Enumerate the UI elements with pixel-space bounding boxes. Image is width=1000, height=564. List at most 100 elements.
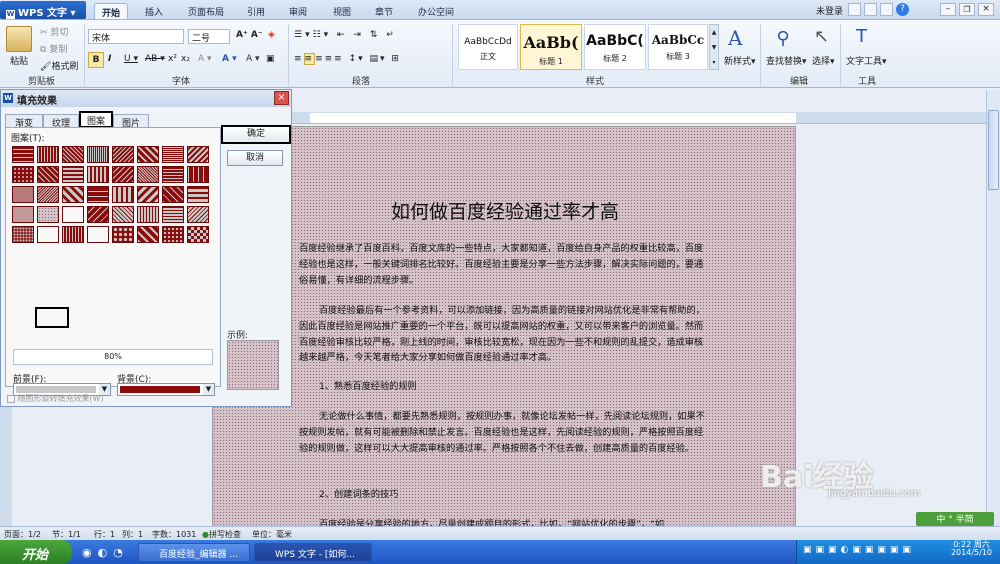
tab-insert[interactable]: 插入 (138, 3, 170, 19)
tab-gradient[interactable]: 渐变 (5, 114, 43, 129)
rotate-with-shape-checkbox[interactable]: 随图形旋转填充效果(W) (7, 393, 104, 404)
align-buttons[interactable]: ≡≡≡≡≡ ↕▾ ▤▾ ⊞ (294, 53, 401, 65)
tab-page-layout[interactable]: 页面布局 (182, 3, 230, 19)
pattern-swatch[interactable] (187, 206, 209, 223)
login-status[interactable]: 未登录 (816, 4, 843, 17)
clear-format-icon[interactable]: ◈ (268, 30, 275, 40)
style-normal[interactable]: AaBbCcDd 正文 (458, 24, 518, 70)
tab-picture[interactable]: 图片 (113, 114, 149, 129)
pattern-swatch-selected[interactable] (37, 206, 59, 223)
background-color-select[interactable]: ▼ (117, 383, 215, 396)
quick-launch-icons[interactable]: ◉◐◔ (82, 546, 129, 559)
font-color-button[interactable]: A ▾ (222, 54, 237, 64)
pattern-swatch[interactable] (187, 186, 209, 203)
skin-icon[interactable] (864, 3, 877, 16)
paste-button[interactable]: 粘贴 (10, 54, 28, 67)
restore-icon[interactable]: ❐ (959, 3, 975, 16)
tab-texture[interactable]: 纹理 (43, 114, 79, 129)
styles-scroll[interactable]: ▲ ▼ ▾ (709, 24, 719, 70)
spell-check[interactable]: ●拼写检查 (202, 529, 241, 540)
pattern-swatch[interactable] (112, 146, 134, 163)
text-tools-button[interactable]: 文字工具▾ (846, 54, 887, 67)
pattern-swatch[interactable] (37, 146, 59, 163)
status-words[interactable]: 字数：1031 (152, 529, 196, 540)
font-size-select[interactable]: 二号 (188, 29, 230, 44)
pattern-swatch[interactable] (87, 166, 109, 183)
pattern-swatch[interactable] (162, 146, 184, 163)
vertical-scrollbar[interactable] (986, 90, 1000, 526)
pattern-swatch[interactable] (162, 206, 184, 223)
superscript-button[interactable]: x² (168, 54, 177, 64)
pattern-swatch[interactable] (37, 166, 59, 183)
new-style-icon[interactable]: A (728, 26, 742, 50)
pattern-swatch[interactable] (187, 226, 209, 243)
strikethrough-button[interactable]: AB ▾ (145, 54, 165, 64)
pattern-swatch[interactable] (187, 146, 209, 163)
pattern-swatch[interactable] (112, 166, 134, 183)
ok-button[interactable]: 确定 (221, 125, 291, 144)
pattern-swatch[interactable] (12, 226, 34, 243)
select-button[interactable]: 选择▾ (812, 54, 835, 67)
style-heading-2[interactable]: AaBbC( 标题 2 (584, 24, 646, 70)
pattern-swatch[interactable] (162, 166, 184, 183)
new-style-button[interactable]: 新样式▾ (724, 54, 756, 67)
pattern-swatch[interactable] (37, 186, 59, 203)
status-unit[interactable]: 单位：毫米 (252, 529, 292, 540)
format-painter-button[interactable]: 🖌格式刷 (40, 59, 78, 72)
pattern-swatch[interactable] (12, 146, 34, 163)
tab-view[interactable]: 视图 (326, 3, 358, 19)
tab-home[interactable]: 开始 (94, 3, 128, 19)
bold-button[interactable]: B (88, 52, 104, 68)
binoculars-icon[interactable]: ⚲ (772, 28, 794, 49)
pattern-swatch[interactable] (62, 226, 84, 243)
pattern-swatch[interactable] (87, 226, 109, 243)
start-button[interactable]: 开始 (0, 540, 72, 564)
taskbar-item-browser[interactable]: 百度经验_编辑器 ... (138, 543, 250, 562)
copy-button[interactable]: ⧉ 复制 (40, 42, 67, 55)
subscript-button[interactable]: x₂ (181, 54, 190, 64)
pattern-swatch[interactable] (162, 226, 184, 243)
document-page[interactable]: 如何做百度经验通过率才高 百度经验继承了百度百科，百度文库的一些特点，大家都知道… (212, 126, 796, 528)
pattern-swatch[interactable] (112, 206, 134, 223)
list-buttons[interactable]: ☰▾☷▾ ⇤ ⇥ ⇅ ↵ (294, 30, 397, 40)
pattern-swatch[interactable] (137, 226, 159, 243)
status-page[interactable]: 页面：1/2 (4, 529, 41, 540)
font-name-select[interactable]: 宋体 (88, 29, 184, 44)
pattern-swatch[interactable] (112, 186, 134, 203)
pattern-swatch[interactable] (137, 206, 159, 223)
tray-icons[interactable]: ▣▣▣◐▣▣▣▣▣ (803, 545, 915, 555)
pattern-swatch[interactable] (12, 186, 34, 203)
close-icon[interactable]: × (274, 91, 289, 105)
window-icon[interactable] (848, 3, 861, 16)
pattern-swatch[interactable] (137, 166, 159, 183)
find-replace-button[interactable]: 查找替换▾ (766, 54, 807, 67)
pattern-swatch[interactable] (137, 186, 159, 203)
clock[interactable]: 0:22 周六 2014/5/10 (951, 540, 992, 557)
help-icon[interactable]: ? (896, 3, 909, 16)
pattern-swatch[interactable] (137, 146, 159, 163)
text-effect-icon[interactable]: A ▾ (198, 54, 212, 64)
minimize-icon[interactable]: – (940, 3, 956, 16)
cut-button[interactable]: ✂ 剪切 (40, 25, 68, 38)
app-menu-button[interactable]: W WPS 文字 ▾ (0, 1, 86, 19)
pattern-swatch[interactable] (62, 186, 84, 203)
underline-button[interactable]: U ▾ (124, 54, 138, 64)
pattern-swatch[interactable] (187, 166, 209, 183)
style-heading-3[interactable]: AaBbCc 标题 3 (648, 24, 708, 70)
tab-pattern[interactable]: 图案 (79, 111, 113, 128)
scroll-thumb[interactable] (988, 110, 999, 190)
pattern-swatch[interactable] (87, 186, 109, 203)
tab-office-space[interactable]: 办公空间 (412, 3, 460, 19)
tab-chapter[interactable]: 章节 (368, 3, 400, 19)
pattern-grid[interactable] (9, 146, 213, 248)
close-icon[interactable]: × (978, 3, 994, 16)
tab-review[interactable]: 审阅 (282, 3, 314, 19)
pattern-swatch[interactable] (87, 206, 109, 223)
pattern-swatch[interactable] (112, 226, 134, 243)
pattern-swatch[interactable] (62, 206, 84, 223)
pattern-swatch[interactable] (37, 226, 59, 243)
horizontal-ruler[interactable] (292, 112, 994, 124)
highlight-color-button[interactable]: A ▾ (246, 54, 260, 64)
taskbar-item-wps[interactable]: WPS 文字 - [如何... (254, 543, 372, 562)
paste-icon[interactable] (6, 26, 32, 52)
